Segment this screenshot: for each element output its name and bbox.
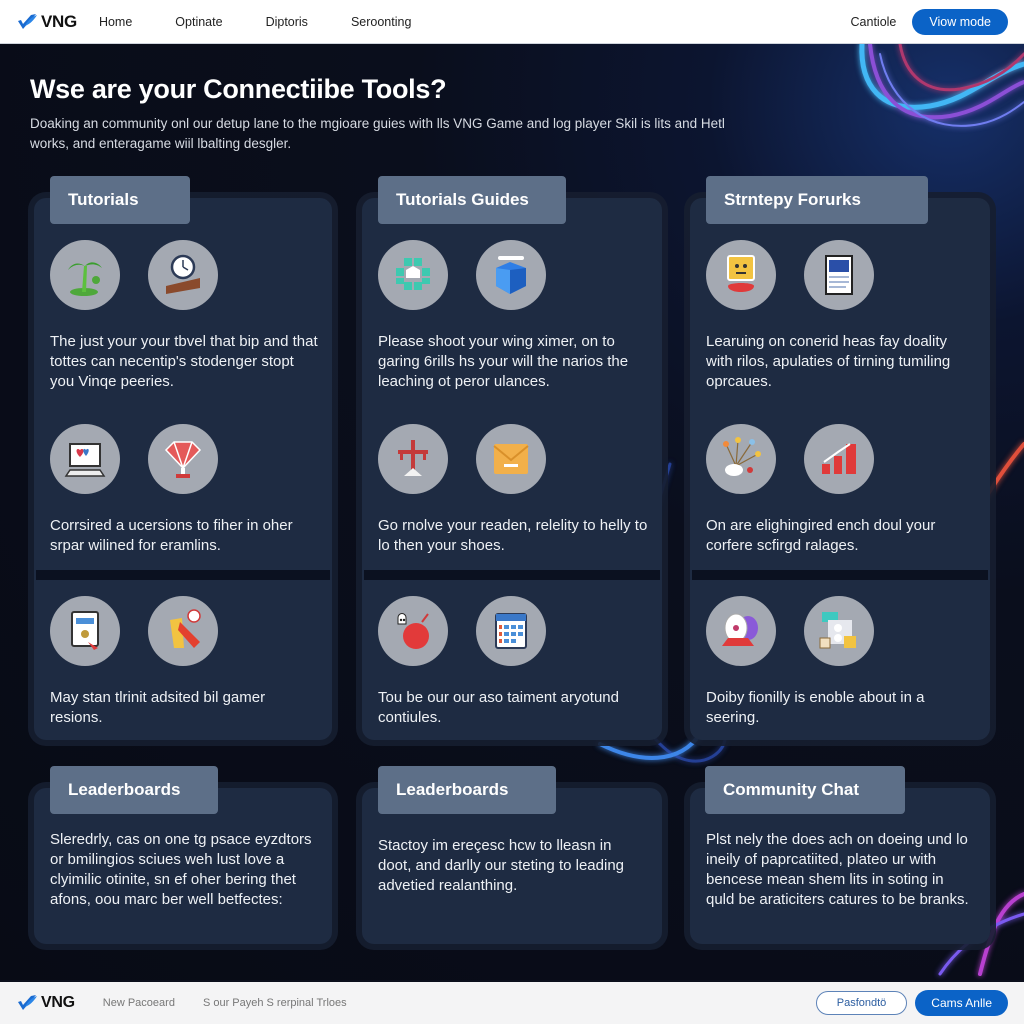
section-text: On are elighingired ench doul your corfe… bbox=[706, 517, 936, 554]
bouquet-icon[interactable] bbox=[706, 424, 776, 494]
section-text: Go rnolve your readen, relelity to helly… bbox=[378, 517, 648, 554]
card-tab-tutorials-guides[interactable]: Tutorials Guides bbox=[378, 176, 566, 224]
vng-logo-icon bbox=[18, 995, 37, 1010]
footer-brand-name: VNG bbox=[41, 994, 75, 1011]
locked-board-icon[interactable] bbox=[804, 596, 874, 666]
header-actions: Cantiole Viow mode bbox=[851, 8, 1008, 35]
signpost-icon[interactable] bbox=[378, 424, 448, 494]
bomb-character-icon[interactable] bbox=[378, 596, 448, 666]
nav-home[interactable]: Home bbox=[99, 15, 132, 29]
page-title: Wse are your Connectiibe Tools? bbox=[30, 74, 447, 104]
card-text: Plst nely the does ach on doeing und lo … bbox=[706, 831, 969, 908]
nav-diptoris[interactable]: Diptoris bbox=[266, 15, 308, 29]
footer-actions: Pasfondtö Cams Anlle bbox=[815, 990, 1008, 1016]
cube-icon[interactable] bbox=[476, 240, 546, 310]
section-divider bbox=[36, 570, 330, 580]
page-subtitle: Doaking an community onl our detup lane … bbox=[30, 116, 725, 151]
leaderboards-card-2: Stactoy im ereçesc hcw to lleasn in doot… bbox=[362, 766, 662, 944]
card-section: May stan tlrinit adsited bil gamer resio… bbox=[34, 596, 332, 736]
card-section: Please shoot your wing ximer, on to gari… bbox=[362, 240, 662, 410]
footer-outline-button[interactable]: Pasfondtö bbox=[815, 991, 908, 1015]
document-icon[interactable] bbox=[804, 240, 874, 310]
card-section: Go rnolve your readen, relelity to helly… bbox=[362, 424, 662, 564]
card-tab-strategy-forums[interactable]: Strntepy Forurks bbox=[706, 176, 928, 224]
section-text: Doiby fionilly is enoble about in a seer… bbox=[706, 689, 925, 726]
palm-tree-icon[interactable] bbox=[50, 240, 120, 310]
section-text: Learuing on conerid heas fay doality wit… bbox=[706, 333, 951, 390]
nav-optinate[interactable]: Optinate bbox=[175, 15, 222, 29]
card-section: Doiby fionilly is enoble about in a seer… bbox=[690, 596, 990, 736]
calendar-icon[interactable] bbox=[476, 596, 546, 666]
card-tab-leaderboards-2[interactable]: Leaderboards bbox=[378, 766, 556, 814]
tablet-cursor-icon[interactable] bbox=[50, 596, 120, 666]
top-navbar: VNG Home Optinate Diptoris Seroonting Ca… bbox=[0, 0, 1024, 44]
section-text: Tou be our our aso taiment aryotund cont… bbox=[378, 689, 619, 726]
section-text: May stan tlrinit adsited bil gamer resio… bbox=[50, 689, 266, 726]
envelope-box-icon[interactable] bbox=[476, 424, 546, 494]
tutorials-card: The just your your tbvel that bip and th… bbox=[34, 176, 332, 740]
vng-logo-icon bbox=[18, 13, 37, 29]
card-text: Sleredrly, cas on one tg psace eyzdtors … bbox=[50, 831, 312, 908]
card-tab-tutorials[interactable]: Tutorials bbox=[50, 176, 190, 224]
community-chat-card: Plst nely the does ach on doeing und lo … bbox=[690, 766, 990, 944]
nav-seroonting[interactable]: Seroonting bbox=[351, 15, 411, 29]
card-tab-leaderboards[interactable]: Leaderboards bbox=[50, 766, 218, 814]
footer-links: New Pacoeard S our Payeh S rerpinal Trlo… bbox=[103, 997, 375, 1009]
footer-primary-button[interactable]: Cams Anlle bbox=[915, 990, 1008, 1016]
section-divider bbox=[692, 570, 988, 580]
card-section: The just your your tbvel that bip and th… bbox=[34, 240, 332, 410]
brand-name: VNG bbox=[41, 11, 77, 31]
tutorials-guides-card: Please shoot your wing ximer, on to gari… bbox=[362, 176, 662, 740]
monitor-heart-icon[interactable] bbox=[50, 424, 120, 494]
footer-logo[interactable]: VNG bbox=[16, 993, 75, 1013]
footer-bar: VNG New Pacoeard S our Payeh S rerpinal … bbox=[0, 982, 1024, 1024]
speaker-icon[interactable] bbox=[706, 596, 776, 666]
section-text: Please shoot your wing ximer, on to gari… bbox=[378, 333, 629, 390]
leaderboards-card: Sleredrly, cas on one tg psace eyzdtors … bbox=[34, 766, 332, 944]
flag-icon[interactable] bbox=[148, 596, 218, 666]
gem-icon[interactable] bbox=[148, 424, 218, 494]
clock-icon[interactable] bbox=[148, 240, 218, 310]
brand-logo[interactable]: VNG bbox=[16, 12, 77, 32]
section-text: Corrsired a ucersions to fiher in oher s… bbox=[50, 517, 293, 554]
view-mode-button[interactable]: Viow mode bbox=[912, 8, 1008, 35]
section-divider bbox=[364, 570, 660, 580]
footer-link-2[interactable]: S our Payeh S rerpinal Trloes bbox=[203, 997, 347, 1009]
bar-chart-icon[interactable] bbox=[804, 424, 874, 494]
card-section: Corrsired a ucersions to fiher in oher s… bbox=[34, 424, 332, 564]
card-tab-community-chat[interactable]: Community Chat bbox=[705, 766, 905, 814]
footer-link-1[interactable]: New Pacoeard bbox=[103, 997, 175, 1009]
card-section: Tou be our our aso taiment aryotund cont… bbox=[362, 596, 662, 736]
card-section: Learuing on conerid heas fay doality wit… bbox=[690, 240, 990, 410]
section-text: The just your your tbvel that bip and th… bbox=[50, 333, 318, 390]
strategy-forums-card: Learuing on conerid heas fay doality wit… bbox=[690, 176, 990, 740]
cantiole-link[interactable]: Cantiole bbox=[851, 15, 897, 29]
card-text: Stactoy im ereçesc hcw to lleasn in doot… bbox=[378, 837, 624, 894]
main-nav: Home Optinate Diptoris Seroonting bbox=[99, 15, 454, 29]
card-section: On are elighingired ench doul your corfe… bbox=[690, 424, 990, 564]
robot-face-icon[interactable] bbox=[706, 240, 776, 310]
puzzle-badge-icon[interactable] bbox=[378, 240, 448, 310]
